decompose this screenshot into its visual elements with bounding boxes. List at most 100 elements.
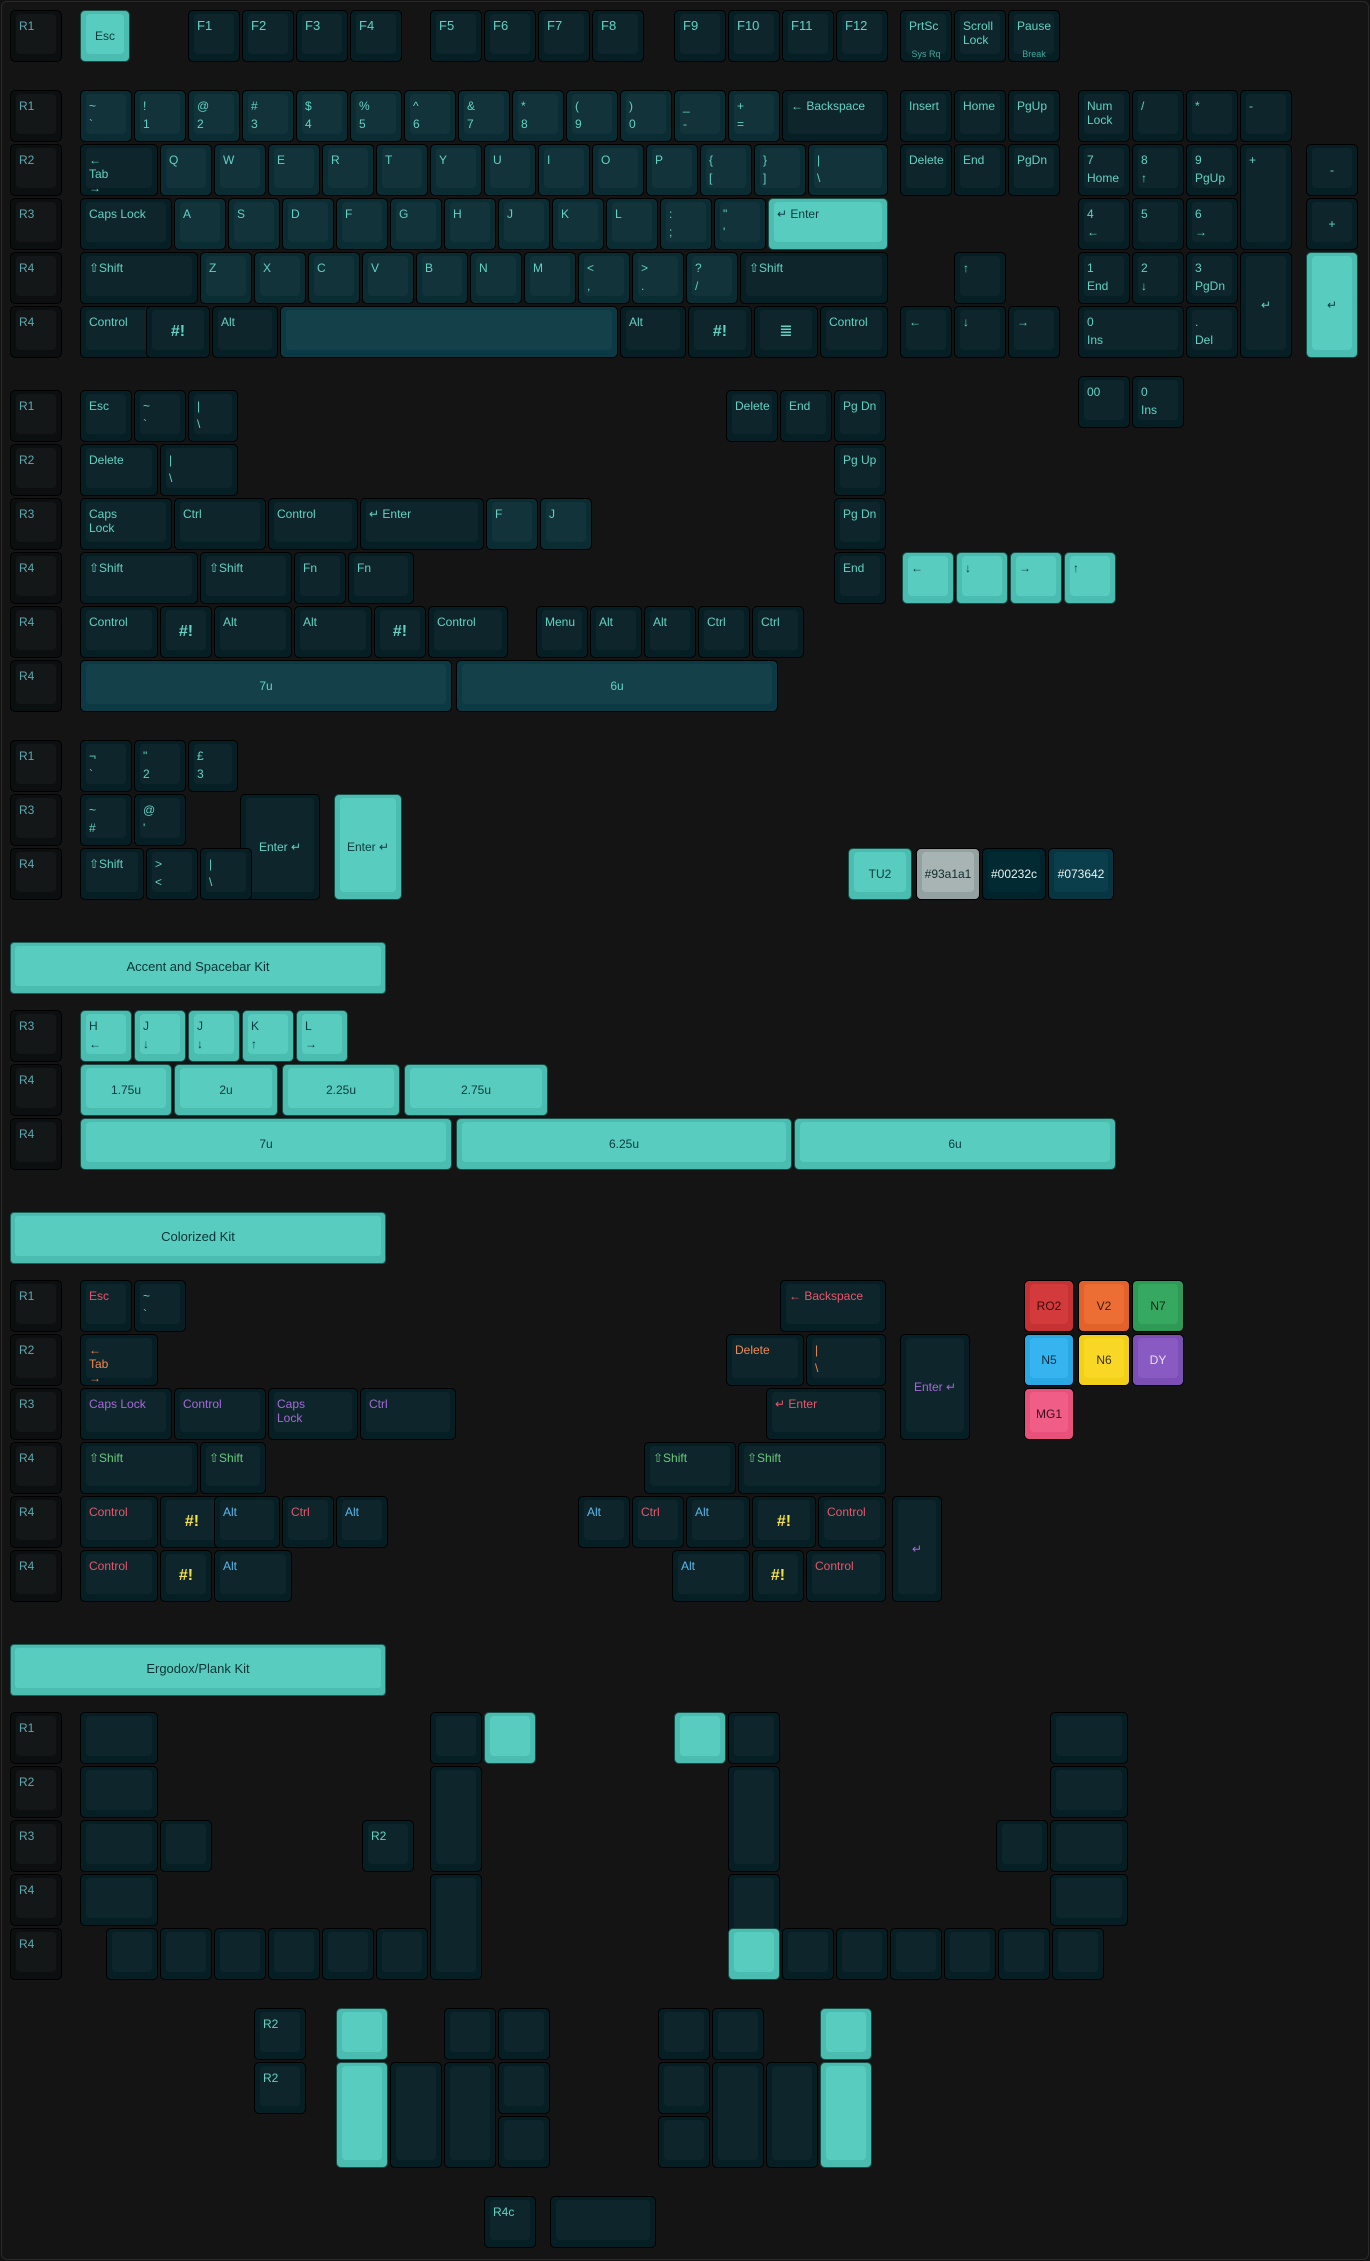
key-6-25u[interactable]: 6.25u [456, 1118, 792, 1170]
key-glyph[interactable]: #! [160, 606, 212, 658]
key-glyph[interactable]: >. [632, 252, 684, 304]
key-glyph[interactable]: #! [374, 606, 426, 658]
key-caps-lock[interactable]: Caps Lock [80, 498, 172, 550]
key-glyph[interactable]: . Del [1186, 306, 1238, 358]
key-shift[interactable]: ⇧Shift [80, 252, 198, 304]
key-r2[interactable]: R2 [362, 1820, 414, 1872]
key-r2[interactable]: R2 [254, 2008, 306, 2060]
key-enter[interactable]: ↵ Enter [768, 198, 888, 250]
key-end[interactable]: End [834, 552, 886, 604]
key-ctrl[interactable]: Ctrl [698, 606, 750, 658]
key-enter[interactable]: Enter ↵ [240, 794, 320, 900]
key-row-r4[interactable]: R4 [10, 252, 62, 304]
key-ctrl[interactable]: Ctrl [752, 606, 804, 658]
key-x[interactable]: X [254, 252, 306, 304]
key-alt[interactable]: Alt [578, 1496, 630, 1548]
key-ergo-key[interactable] [658, 2116, 710, 2168]
key-row-r3[interactable]: R3 [10, 1010, 62, 1062]
key-glyph[interactable]: + [1240, 144, 1292, 250]
key-glyph[interactable]: + [1306, 198, 1358, 250]
key-pg-dn[interactable]: Pg Dn [834, 390, 886, 442]
key-glyph[interactable]: * [1186, 90, 1238, 142]
key-2-25u[interactable]: 2.25u [282, 1064, 400, 1116]
key-caps-lock[interactable]: Caps Lock [80, 1388, 172, 1440]
key-ergo-key[interactable] [944, 1928, 996, 1980]
key-row-r2[interactable]: R2 [10, 1766, 62, 1818]
key-ergo-key[interactable] [322, 1928, 374, 1980]
key-dy[interactable]: DY [1132, 1334, 1184, 1386]
key-glyph[interactable]: / [1132, 90, 1184, 142]
key-glyph[interactable]: }] [754, 144, 806, 196]
key-ergo-key[interactable] [106, 1928, 158, 1980]
key-row-r3[interactable]: R3 [10, 198, 62, 250]
key-c[interactable]: C [308, 252, 360, 304]
key-f7[interactable]: F7 [538, 10, 590, 62]
key-2u[interactable]: 2u [174, 1064, 278, 1116]
key-4[interactable]: 4 ← [1078, 198, 1130, 250]
key-glyph[interactable]: @ ' [134, 794, 186, 846]
key-glyph[interactable]: ^ 6 [404, 90, 456, 142]
key-ergo-key[interactable] [728, 1928, 780, 1980]
key-j[interactable]: J ↓ [134, 1010, 186, 1062]
key-row-r3[interactable]: R3 [10, 794, 62, 846]
key-row-r4[interactable]: R4 [10, 848, 62, 900]
key-delete[interactable]: Delete [80, 444, 158, 496]
key-glyph[interactable]: @2 [188, 90, 240, 142]
key-ergo-key[interactable] [728, 1766, 780, 1872]
key-row-r4[interactable]: R4 [10, 1118, 62, 1170]
key-073642[interactable]: #073642 [1048, 848, 1114, 900]
key-glyph[interactable]: ↑ [1064, 552, 1116, 604]
key-delete[interactable]: Delete [726, 1334, 804, 1386]
key-d[interactable]: D [282, 198, 334, 250]
key-glyph[interactable]: > < [146, 848, 198, 900]
key-pgdn[interactable]: PgDn [1008, 144, 1060, 196]
key-ergo-key[interactable] [444, 2008, 496, 2060]
key-k[interactable]: K ↑ [242, 1010, 294, 1062]
key-00232c[interactable]: #00232c [982, 848, 1046, 900]
key-shift[interactable]: ⇧Shift [200, 552, 292, 604]
key-row-r4[interactable]: R4 [10, 660, 62, 712]
key-g[interactable]: G [390, 198, 442, 250]
key-5[interactable]: 5 [1132, 198, 1184, 250]
key-n7[interactable]: N7 [1132, 1280, 1184, 1332]
key-i[interactable]: I [538, 144, 590, 196]
key-ergo-key[interactable] [674, 1712, 726, 1764]
key-pg-up[interactable]: Pg Up [834, 444, 886, 496]
key-glyph[interactable]: #3 [242, 90, 294, 142]
key-pause[interactable]: Pause Break [1008, 10, 1060, 62]
key-ergo-key[interactable] [1050, 1820, 1128, 1872]
key-glyph[interactable]: #! [752, 1550, 804, 1602]
key-alt[interactable]: Alt [644, 606, 696, 658]
key-h[interactable]: H [444, 198, 496, 250]
key-7[interactable]: 7 Home [1078, 144, 1130, 196]
key-enter[interactable]: ↵ Enter [766, 1388, 886, 1440]
key-control[interactable]: Control [268, 498, 358, 550]
key-ergo-key[interactable] [658, 2008, 710, 2060]
key-ergo-key[interactable] [658, 2062, 710, 2114]
key-ergo-key[interactable] [484, 1712, 536, 1764]
key-r4c[interactable]: R4c [484, 2196, 536, 2248]
key-mg1[interactable]: MG1 [1024, 1388, 1074, 1440]
key-glyph[interactable]: * 8 [512, 90, 564, 142]
key-tab[interactable]: ← Tab → [80, 144, 158, 196]
key-0[interactable]: 0 Ins [1078, 306, 1184, 358]
key-s[interactable]: S [228, 198, 280, 250]
key-6[interactable]: 6 → [1186, 198, 1238, 250]
key-e[interactable]: E [268, 144, 320, 196]
key-glyph[interactable]: " ' [714, 198, 766, 250]
key-home[interactable]: Home [954, 90, 1006, 142]
key-ergo-key[interactable] [820, 2062, 872, 2168]
key-glyph[interactable]: ↓ [956, 552, 1008, 604]
key-ctrl[interactable]: Ctrl [174, 498, 266, 550]
key-8[interactable]: 8 ↑ [1132, 144, 1184, 196]
key-t[interactable]: T [376, 144, 428, 196]
key-fn[interactable]: Fn [294, 552, 346, 604]
key-6u[interactable]: 6u [456, 660, 778, 712]
key-ergo-key[interactable] [336, 2062, 388, 2168]
key-insert[interactable]: Insert [900, 90, 952, 142]
key-prtsc[interactable]: PrtSc Sys Rq [900, 10, 952, 62]
key-glyph[interactable]: ← [900, 306, 952, 358]
key-ctrl[interactable]: Ctrl [632, 1496, 684, 1548]
key-f12[interactable]: F12 [836, 10, 888, 62]
key-ergo-key[interactable] [728, 1712, 780, 1764]
